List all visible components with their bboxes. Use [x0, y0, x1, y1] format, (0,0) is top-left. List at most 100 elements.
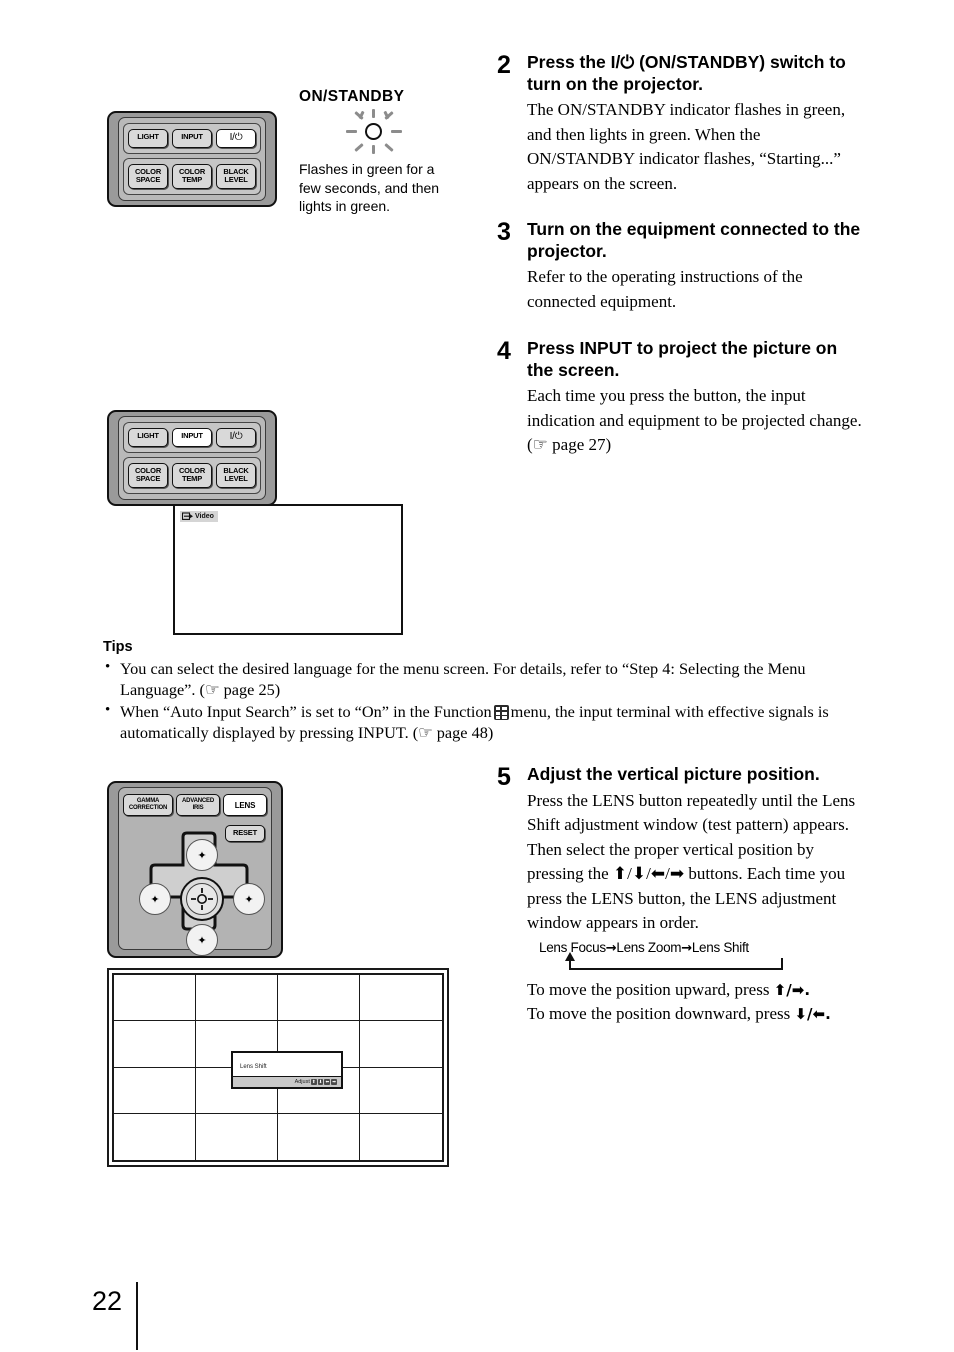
step-5: 5 Adjust the vertical picture position. …	[497, 764, 867, 1027]
loopback-horizontal	[569, 967, 783, 970]
grid-cell	[360, 1068, 442, 1114]
adjust-key-right: ➡	[331, 1079, 337, 1085]
remote-button-color-temp[interactable]: COLOR TEMP	[172, 462, 212, 488]
step-title: Adjust the vertical picture position.	[527, 764, 820, 784]
remote-button-rail: LIGHT INPUT I/⏻ COLOR SPACE COLOR TEMP B…	[118, 416, 266, 500]
tips-heading: Tips	[103, 639, 133, 655]
step-text: Refer to the operating instructions of t…	[527, 267, 803, 311]
step-number: 4	[497, 337, 511, 365]
enter-crosshair-icon	[191, 888, 213, 910]
lens-shift-dialog-title: Lens Shift	[240, 1064, 267, 1070]
grid-cell	[360, 1114, 442, 1160]
lens-move-downward-text: To move the position downward, press	[527, 1004, 791, 1023]
step-4: 4 Press INPUT to project the picture on …	[497, 338, 867, 458]
step-title: Press INPUT to project the picture on th…	[527, 338, 838, 380]
tips-list: You can select the desired language for …	[103, 657, 865, 743]
grid-cell	[114, 975, 196, 1022]
test-pattern-grid: Lens Shift Adjust ⬆ ⬇ ⬅ ➡	[107, 968, 449, 1167]
grid-cell	[196, 975, 278, 1022]
remote-row-lens: GAMMA CORRECTION ADVANCED IRIS LENS	[123, 794, 267, 816]
remote-button-power[interactable]: I/⏻	[216, 428, 256, 447]
grid-cell	[114, 1021, 196, 1068]
lens-flow-item-zoom: Lens Zoom	[616, 939, 682, 955]
remote-control-input: LIGHT INPUT I/⏻ COLOR SPACE COLOR TEMP B…	[107, 410, 277, 506]
remote-button-lens[interactable]: LENS	[223, 794, 267, 816]
grid-cell	[278, 975, 360, 1022]
grid-cell	[360, 1021, 442, 1068]
tips-item: When “Auto Input Search” is set to “On” …	[103, 700, 865, 743]
remote-button-rail: GAMMA CORRECTION ADVANCED IRIS LENS RESE…	[118, 787, 272, 956]
dpad-right-icon: ✦	[244, 893, 254, 906]
dpad-up-button[interactable]: ✦	[186, 839, 218, 871]
function-menu-icon	[493, 705, 509, 720]
dpad-down-button[interactable]: ✦	[186, 924, 218, 956]
lens-shift-dialog-footer: Adjust ⬆ ⬇ ⬅ ➡	[233, 1076, 341, 1087]
on-standby-label: ON/STANDBY	[299, 88, 405, 105]
grid-cell	[114, 1113, 196, 1160]
lens-shift-adjust-label: Adjust	[294, 1079, 310, 1085]
grid-cell	[278, 1113, 360, 1160]
dpad-enter-button[interactable]	[180, 877, 224, 921]
lens-move-upward-keys: ⬆/➡.	[773, 980, 811, 999]
remote-row-primary: LIGHT INPUT I/⏻	[123, 422, 261, 453]
dpad-left-icon: ✦	[150, 893, 160, 906]
remote-control-power: LIGHT INPUT I/⏻ COLOR SPACE COLOR TEMP B…	[107, 111, 277, 207]
footer-rule	[136, 1282, 138, 1350]
lens-move-upward-text: To move the position upward, press	[527, 979, 770, 999]
loopback-right-riser	[781, 957, 783, 970]
adjust-key-down: ⬇	[317, 1079, 324, 1085]
step-2: 2 Press the I/⏻ (ON/STANDBY) switch to t…	[497, 52, 867, 196]
remote-button-black-level[interactable]: BLACK LEVEL	[216, 163, 256, 189]
lens-move-downward-keys: ⬇/⬅.	[794, 1005, 831, 1023]
remote-row-secondary: COLOR SPACE COLOR TEMP BLACK LEVEL	[123, 456, 261, 494]
instruction-steps: 2 Press the I/⏻ (ON/STANDBY) switch to t…	[497, 52, 867, 475]
step-number: 2	[497, 51, 511, 79]
input-source-badge: Video	[180, 511, 218, 522]
step-number: 5	[497, 763, 511, 791]
lens-flow-item-shift: Lens Shift	[691, 939, 749, 955]
grid-cell	[114, 1067, 196, 1114]
lens-move-upward: To move the position upward, press ⬆/➡.	[527, 978, 867, 1003]
remote-row-primary: LIGHT INPUT I/⏻	[123, 123, 261, 154]
grid-cell	[360, 975, 442, 1022]
remote-button-light[interactable]: LIGHT	[128, 428, 168, 447]
tips-item-text-before: When “Auto Input Search” is set to “On” …	[120, 702, 492, 721]
step-text: Press the LENS button repeatedly until t…	[527, 790, 856, 933]
step-title: Press the I/⏻ (ON/STANDBY) switch to tur…	[527, 52, 846, 94]
tips-section: Tips You can select the desired language…	[103, 639, 865, 744]
lens-adjustment-order-diagram: Lens Focus→Lens Zoom→Lens Shift	[539, 940, 867, 976]
loopback-arrowhead-icon	[565, 951, 575, 961]
grid-cell	[196, 1113, 278, 1160]
remote-dpad-area: RESET ✦ ✦ ✦ ✦	[123, 823, 267, 956]
flashing-lamp-icon	[346, 109, 402, 155]
remote-button-rail: LIGHT INPUT I/⏻ COLOR SPACE COLOR TEMP B…	[118, 117, 266, 201]
input-source-label: Video	[195, 513, 214, 520]
remote-button-input[interactable]: INPUT	[172, 129, 212, 148]
remote-button-black-level[interactable]: BLACK LEVEL	[216, 462, 256, 488]
remote-button-gamma-correction[interactable]: GAMMA CORRECTION	[123, 794, 173, 816]
remote-button-input[interactable]: INPUT	[172, 428, 212, 447]
flow-arrow-icon: →	[681, 940, 692, 956]
step-number: 3	[497, 218, 511, 246]
lens-move-downward: To move the position downward, press ⬇/⬅…	[527, 1002, 867, 1027]
remote-button-color-space[interactable]: COLOR SPACE	[128, 163, 168, 189]
remote-button-color-temp[interactable]: COLOR TEMP	[172, 163, 212, 189]
on-standby-caption: Flashes in green for a few seconds, and …	[299, 161, 440, 214]
dpad-right-button[interactable]: ✦	[233, 883, 265, 915]
page-number: 22	[92, 1286, 123, 1316]
dpad-up-icon: ✦	[197, 849, 207, 862]
adjust-key-left: ⬅	[324, 1079, 331, 1085]
dpad-left-button[interactable]: ✦	[139, 883, 171, 915]
grid-cells: Lens Shift Adjust ⬆ ⬇ ⬅ ➡	[112, 973, 444, 1162]
remote-button-color-space[interactable]: COLOR SPACE	[128, 462, 168, 488]
remote-button-light[interactable]: LIGHT	[128, 129, 168, 148]
flow-arrow-icon: →	[605, 940, 617, 956]
projected-screen-preview: Video	[173, 504, 403, 635]
dpad-down-icon: ✦	[197, 934, 207, 947]
lens-flow-labels: Lens Focus→Lens Zoom→Lens Shift	[539, 940, 867, 956]
remote-button-power[interactable]: I/⏻	[216, 129, 256, 148]
remote-row-secondary: COLOR SPACE COLOR TEMP BLACK LEVEL	[123, 157, 261, 195]
adjust-key-up: ⬆	[310, 1079, 317, 1085]
remote-button-advanced-iris[interactable]: ADVANCED IRIS	[176, 794, 220, 816]
step-3: 3 Turn on the equipment connected to the…	[497, 219, 867, 314]
